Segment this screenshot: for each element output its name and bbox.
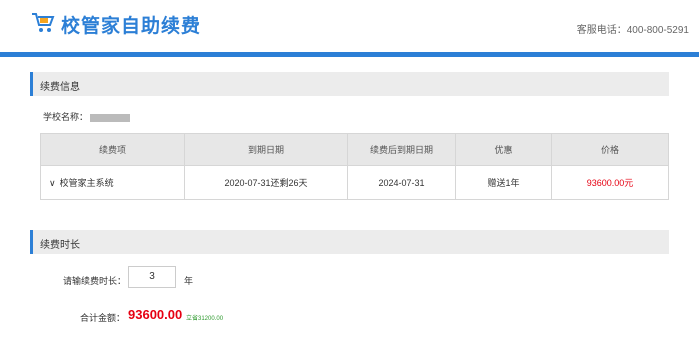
school-name-redacted — [90, 113, 131, 122]
column-header-discount: 优惠 — [455, 133, 552, 166]
section-header-duration: 续费时长 — [30, 230, 669, 254]
header-accent-bar — [0, 52, 699, 57]
column-header-expire: 到期日期 — [184, 133, 348, 166]
cell-expire: 2020-07-31还剩26天 — [184, 165, 348, 200]
total-label: 合计金额： — [80, 313, 126, 323]
chevron-down-icon[interactable]: ∨ — [49, 178, 56, 189]
header: 校管家自助续费 客服电话：400-800-5291 — [0, 0, 699, 52]
cell-discount: 赠送1年 — [455, 165, 552, 200]
section-header-renew-info: 续费信息 — [30, 72, 669, 96]
column-header-new-expire: 续费后到期日期 — [347, 133, 456, 166]
cell-price: 93600.00元 — [551, 165, 669, 200]
column-header-item: 续费项 — [40, 133, 185, 166]
column-header-price: 价格 — [551, 133, 669, 166]
school-name-row: 学校名称： — [43, 110, 131, 123]
duration-label: 请输续费时长： — [63, 276, 127, 286]
item-name: 校管家主系统 — [59, 178, 114, 188]
table-row: ∨ 校管家主系统 2020-07-31还剩26天 2024-07-31 赠送1年 … — [40, 165, 669, 200]
saved-amount: 立省31200.00 — [186, 316, 224, 322]
renew-table: 续费项 到期日期 续费后到期日期 优惠 价格 ∨ 校管家主系统 2020-07-3… — [40, 133, 669, 200]
cell-item[interactable]: ∨ 校管家主系统 — [40, 165, 185, 200]
duration-unit: 年 — [184, 276, 194, 286]
school-name-label: 学校名称： — [43, 112, 89, 122]
table-header-row: 续费项 到期日期 续费后到期日期 优惠 价格 — [40, 133, 669, 166]
section-title: 续费信息 — [40, 82, 80, 93]
cell-new-expire: 2024-07-31 — [347, 165, 456, 200]
section-title: 续费时长 — [40, 240, 80, 251]
brand-title: 校管家自助续费 — [61, 16, 202, 37]
shopping-cart-icon — [32, 13, 55, 32]
total-amount: 93600.00 — [128, 307, 183, 322]
service-phone: 客服电话：400-800-5291 — [576, 25, 689, 36]
duration-input[interactable]: 3 — [128, 266, 176, 288]
